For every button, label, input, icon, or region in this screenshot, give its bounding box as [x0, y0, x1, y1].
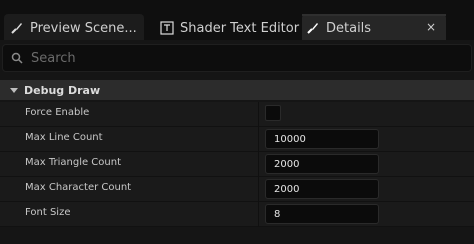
max-character-count-input[interactable]: 2000 — [265, 179, 379, 199]
column-splitter[interactable] — [258, 127, 259, 152]
property-label: Max Triangle Count — [25, 157, 122, 168]
property-label: Font Size — [25, 207, 71, 218]
search-box[interactable] — [2, 44, 472, 72]
tab-bar: Preview Scene... Shader Text Editor Deta… — [0, 0, 474, 42]
close-icon[interactable]: × — [426, 20, 436, 34]
details-panel: Debug Draw Force Enable Max Line Count 1… — [0, 40, 474, 244]
max-triangle-count-input[interactable]: 2000 — [265, 154, 379, 174]
search-input[interactable] — [29, 49, 429, 67]
shader-text-editor-icon — [160, 21, 174, 35]
force-enable-checkbox[interactable] — [265, 105, 281, 121]
property-label: Max Line Count — [25, 132, 103, 143]
tab-shader-text-editor[interactable]: Shader Text Editor — [156, 14, 300, 42]
chevron-down-icon[interactable] — [10, 86, 18, 94]
tab-label: Preview Scene... — [30, 20, 137, 36]
settings-brush-icon — [10, 21, 24, 35]
property-label: Force Enable — [25, 107, 90, 118]
tab-details[interactable]: Details × — [302, 14, 446, 42]
property-row-max-character-count: Max Character Count 2000 — [0, 177, 474, 202]
search-icon — [11, 52, 23, 64]
property-list: Force Enable Max Line Count 10000 Max Tr… — [0, 102, 474, 227]
property-label: Max Character Count — [25, 182, 132, 193]
property-row-max-line-count: Max Line Count 10000 — [0, 127, 474, 152]
property-row-max-triangle-count: Max Triangle Count 2000 — [0, 152, 474, 177]
font-size-input[interactable]: 8 — [265, 204, 379, 224]
tab-preview-scene[interactable]: Preview Scene... — [4, 14, 144, 42]
settings-brush-icon — [306, 21, 320, 35]
column-splitter[interactable] — [258, 102, 259, 127]
column-splitter[interactable] — [258, 202, 259, 227]
property-row-force-enable: Force Enable — [0, 102, 474, 127]
column-splitter[interactable] — [258, 152, 259, 177]
category-label: Debug Draw — [24, 83, 101, 97]
max-line-count-input[interactable]: 10000 — [265, 129, 379, 149]
category-debug-draw[interactable]: Debug Draw — [0, 80, 474, 100]
property-row-font-size: Font Size 8 — [0, 202, 474, 227]
tab-label: Shader Text Editor — [180, 20, 300, 36]
column-splitter[interactable] — [258, 177, 259, 202]
tab-label: Details — [326, 20, 372, 36]
